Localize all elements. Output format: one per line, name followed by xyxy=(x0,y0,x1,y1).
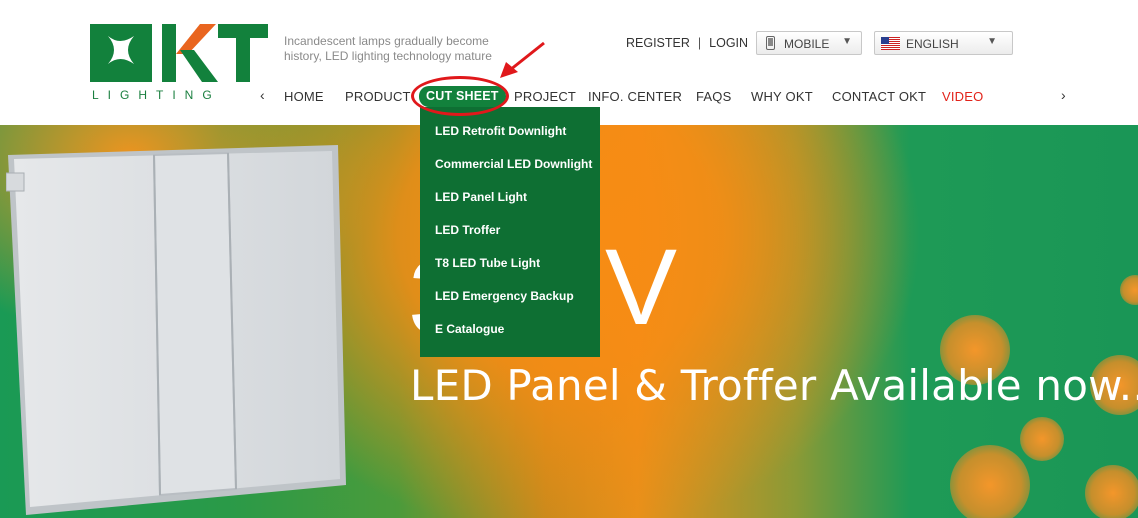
bokeh-light xyxy=(1020,417,1064,461)
dropdown-item[interactable]: Commercial LED Downlight xyxy=(420,148,600,181)
nav-item-project[interactable]: PROJECT xyxy=(514,89,576,104)
dropdown-item[interactable]: LED Emergency Backup xyxy=(420,280,600,313)
slogan-text: Incandescent lamps gradually become hist… xyxy=(284,34,492,63)
nav-item-product[interactable]: PRODUCT xyxy=(345,89,411,104)
dropdown-item[interactable]: LED Panel Light xyxy=(420,181,600,214)
dropdown-item[interactable]: LED Retrofit Downlight xyxy=(420,115,600,148)
banner-headline: LED Panel & Troffer Available now... xyxy=(410,361,1138,410)
triangle-down-icon: ▼ xyxy=(987,36,997,47)
cut-sheet-dropdown: LED Retrofit Downlight Commercial LED Do… xyxy=(420,107,600,357)
login-link[interactable]: LOGIN xyxy=(709,36,748,50)
bokeh-light xyxy=(950,445,1030,518)
register-link[interactable]: REGISTER xyxy=(626,36,690,50)
page: LIGHTING Incandescent lamps gradually be… xyxy=(0,0,1138,518)
main-nav: ‹ HOME PRODUCT CUT SHEET PROJECT INFO. C… xyxy=(0,86,1138,108)
account-links: REGISTER | LOGIN xyxy=(626,36,748,50)
nav-item-contact-okt[interactable]: CONTACT OKT xyxy=(832,89,926,104)
dropdown-item[interactable]: T8 LED Tube Light xyxy=(420,247,600,280)
nav-item-home[interactable]: HOME xyxy=(284,89,324,104)
language-select[interactable]: ENGLISH ▼ xyxy=(874,31,1013,55)
mobile-phone-icon xyxy=(766,36,775,50)
us-flag-icon xyxy=(881,37,900,50)
nav-next-icon[interactable]: › xyxy=(1061,87,1066,103)
led-panel-product-image xyxy=(6,145,346,515)
language-label: ENGLISH xyxy=(906,37,959,51)
highlight-ellipse xyxy=(411,76,509,116)
nav-item-faqs[interactable]: FAQS xyxy=(696,89,731,104)
dropdown-item[interactable]: LED Troffer xyxy=(420,214,600,247)
mobile-select[interactable]: MOBILE ▼ xyxy=(756,31,862,55)
nav-item-why-okt[interactable]: WHY OKT xyxy=(751,89,813,104)
dropdown-item[interactable]: E Catalogue xyxy=(420,313,600,346)
nav-item-video[interactable]: VIDEO xyxy=(942,89,983,104)
nav-prev-icon[interactable]: ‹ xyxy=(260,87,265,103)
link-separator: | xyxy=(697,36,702,50)
bokeh-light xyxy=(1120,275,1138,305)
mobile-label: MOBILE xyxy=(784,37,830,51)
banner-big-letter: V xyxy=(605,226,678,347)
nav-item-info-center[interactable]: INFO. CENTER xyxy=(588,89,682,104)
red-arrow-icon xyxy=(500,41,545,78)
bokeh-light xyxy=(1085,465,1138,518)
triangle-down-icon: ▼ xyxy=(842,36,852,47)
